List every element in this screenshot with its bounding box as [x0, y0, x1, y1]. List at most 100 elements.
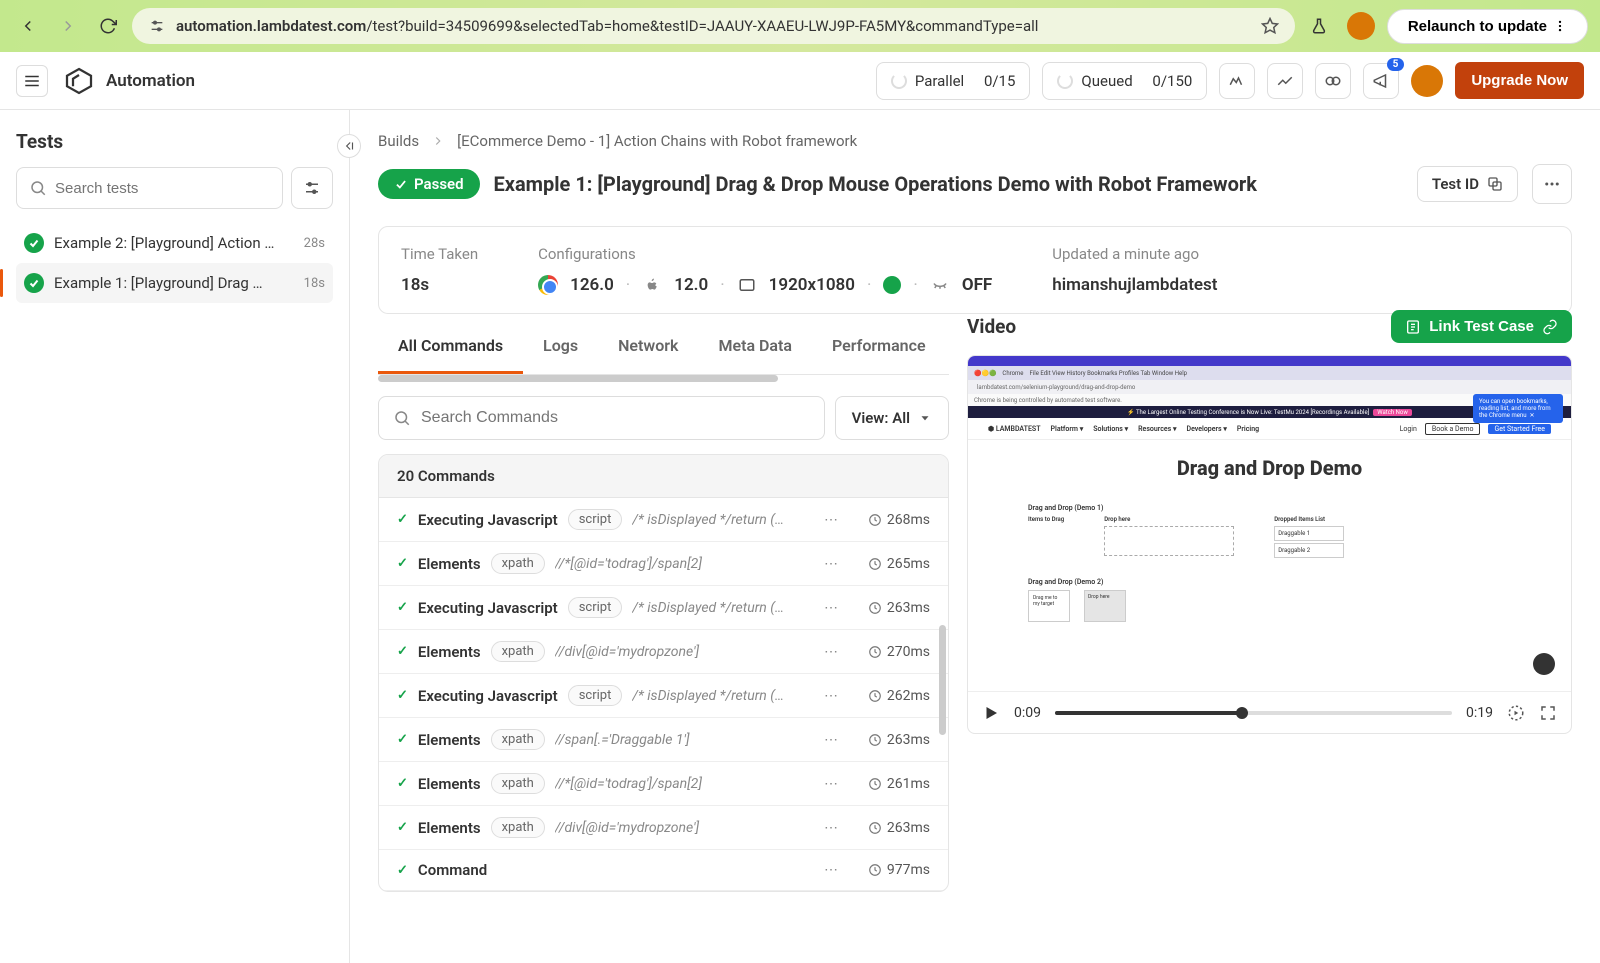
back-button[interactable] [12, 10, 44, 42]
content-area: Builds [ECommerce Demo - 1] Action Chain… [350, 110, 1600, 963]
url-bar[interactable]: automation.lambdatest.com/test?build=345… [132, 8, 1295, 44]
test-item[interactable]: Example 1: [Playground] Drag … 18s [16, 263, 333, 303]
command-tag: script [568, 685, 623, 706]
star-icon[interactable] [1261, 17, 1279, 35]
app-bar: Automation Parallel 0/15 Queued 0/150 5 … [0, 52, 1600, 110]
check-icon: ✓ [397, 644, 408, 659]
video-controls: 0:09 0:19 [968, 691, 1571, 733]
reload-button[interactable] [92, 10, 124, 42]
test-duration: 28s [304, 236, 325, 251]
profile-avatar[interactable] [1347, 12, 1375, 40]
tabs: All Commands Logs Network Meta Data Perf… [378, 320, 949, 375]
playback-speed-icon[interactable] [1507, 704, 1525, 722]
announcement-icon[interactable]: 5 [1363, 63, 1399, 99]
sidebar-collapse-handle[interactable] [337, 134, 361, 158]
test-title: Example 1: [Playground] Drag & Drop Mous… [494, 172, 1403, 196]
command-row[interactable]: ✓ Elements xpath //*[@id='todrag']/span[… [379, 762, 948, 806]
tab-performance[interactable]: Performance [812, 320, 946, 374]
command-detail: /* isDisplayed */return (… [632, 512, 810, 528]
command-detail: /* isDisplayed */return (… [632, 688, 810, 704]
video-preview[interactable]: 🔴🟡🟢ChromeFile Edit View History Bookmark… [968, 356, 1571, 691]
integration-icon[interactable] [1315, 63, 1351, 99]
command-search[interactable] [378, 396, 825, 440]
test-id-button[interactable]: Test ID [1417, 166, 1518, 202]
link-test-case-button[interactable]: Link Test Case [1391, 310, 1572, 343]
command-tag: xpath [491, 773, 545, 794]
command-time: 262ms [854, 688, 930, 704]
view-filter-button[interactable]: View: All [835, 396, 949, 440]
command-more-icon[interactable]: ⋯ [820, 556, 844, 572]
forward-button[interactable] [52, 10, 84, 42]
commands-list[interactable]: ✓ Executing Javascript script /* isDispl… [379, 498, 948, 891]
command-time: 270ms [854, 644, 930, 660]
check-icon: ✓ [397, 863, 408, 878]
command-more-icon[interactable]: ⋯ [820, 820, 844, 836]
command-row[interactable]: ✓ Elements xpath //div[@id='mydropzone']… [379, 806, 948, 850]
command-search-input[interactable] [421, 409, 810, 427]
command-time: 265ms [854, 556, 930, 572]
command-row[interactable]: ✓ Executing Javascript script /* isDispl… [379, 498, 948, 542]
tab-network[interactable]: Network [598, 320, 698, 374]
command-more-icon[interactable]: ⋯ [820, 688, 844, 704]
more-actions-button[interactable] [1532, 164, 1572, 204]
command-name: Elements [418, 775, 481, 793]
fullscreen-icon[interactable] [1539, 704, 1557, 722]
chrome-icon [538, 275, 558, 295]
queued-capacity[interactable]: Queued 0/150 [1042, 62, 1207, 100]
command-tag: xpath [491, 817, 545, 838]
tab-logs[interactable]: Logs [523, 320, 598, 374]
command-more-icon[interactable]: ⋯ [820, 644, 844, 660]
command-time: 263ms [854, 820, 930, 836]
filter-button[interactable] [291, 167, 333, 209]
chevron-right-icon [431, 134, 445, 148]
copy-icon [1487, 176, 1503, 192]
sidebar-title: Tests [16, 130, 333, 153]
command-row[interactable]: ✓ Elements xpath //span[.='Draggable 1']… [379, 718, 948, 762]
video-progress-bar[interactable] [1055, 711, 1452, 715]
play-button[interactable] [982, 704, 1000, 722]
sidebar-search[interactable] [16, 167, 283, 209]
command-row[interactable]: ✓ Executing Javascript script /* isDispl… [379, 674, 948, 718]
user-avatar[interactable] [1411, 65, 1443, 97]
tab-all-commands[interactable]: All Commands [378, 320, 523, 374]
tabs-scrollbar[interactable] [378, 375, 949, 382]
command-row[interactable]: ✓ Elements xpath //*[@id='todrag']/span[… [379, 542, 948, 586]
analytics-icon[interactable] [1267, 63, 1303, 99]
breadcrumb-current: [ECommerce Demo - 1] Action Chains with … [457, 132, 857, 150]
commands-scrollbar[interactable] [939, 625, 946, 735]
command-tag: xpath [491, 641, 545, 662]
command-name: Executing Javascript [418, 511, 558, 529]
app-title: Automation [106, 71, 195, 91]
command-row[interactable]: ✓ Elements xpath //div[@id='mydropzone']… [379, 630, 948, 674]
search-input[interactable] [55, 180, 270, 197]
command-detail: //div[@id='mydropzone'] [555, 820, 810, 836]
command-row[interactable]: ✓ Executing Javascript script /* isDispl… [379, 586, 948, 630]
command-name: Elements [418, 819, 481, 837]
site-settings-icon[interactable] [148, 17, 166, 35]
check-icon: ✓ [397, 732, 408, 747]
link-icon [1542, 319, 1558, 335]
relaunch-button[interactable]: Relaunch to update [1387, 9, 1588, 44]
labs-icon[interactable] [1303, 10, 1335, 42]
command-more-icon[interactable]: ⋯ [820, 600, 844, 616]
url-text: automation.lambdatest.com/test?build=345… [176, 17, 1251, 35]
check-icon: ✓ [397, 776, 408, 791]
test-item[interactable]: Example 2: [Playground] Action … 28s [16, 223, 333, 263]
upgrade-button[interactable]: Upgrade Now [1455, 62, 1584, 99]
tab-meta-data[interactable]: Meta Data [698, 320, 812, 374]
command-more-icon[interactable]: ⋯ [820, 512, 844, 528]
menu-button[interactable] [16, 65, 48, 97]
dashboard-icon[interactable] [1219, 63, 1255, 99]
command-time: 977ms [854, 862, 930, 878]
command-more-icon[interactable]: ⋯ [820, 862, 844, 878]
command-more-icon[interactable]: ⋯ [820, 776, 844, 792]
time-taken-label: Time Taken [401, 245, 478, 263]
parallel-capacity[interactable]: Parallel 0/15 [876, 62, 1031, 100]
command-detail: /* isDisplayed */return (… [632, 600, 810, 616]
breadcrumb-builds[interactable]: Builds [378, 132, 419, 150]
info-card: Time Taken 18s Configurations 126.0· 12.… [378, 226, 1572, 314]
time-taken-value: 18s [401, 275, 478, 295]
check-icon: ✓ [397, 512, 408, 527]
command-row[interactable]: ✓ Command ⋯ 977ms [379, 850, 948, 891]
command-more-icon[interactable]: ⋯ [820, 732, 844, 748]
